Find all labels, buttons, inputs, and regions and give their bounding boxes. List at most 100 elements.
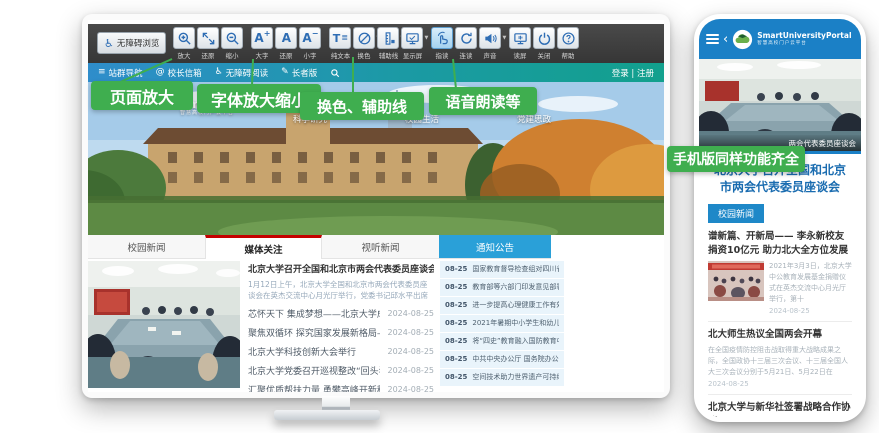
toolbar-button-label: 声音 xyxy=(484,51,497,60)
notice-date: 08-25 xyxy=(445,265,467,273)
help-button[interactable] xyxy=(557,27,579,49)
display-screen-button[interactable] xyxy=(401,27,423,49)
zoom-out-icon xyxy=(225,31,240,46)
article-title: 谱新篇、开新局—— 李永新校友捐资10亿元 助力北大全方位发展 xyxy=(708,230,852,258)
meeting-room-photo xyxy=(88,261,240,388)
close-button[interactable] xyxy=(533,27,555,49)
article-summary: 在全国疫情防控阻击战取得重大战略成果之际，全国政协十三届三次会议、十三届全国人大… xyxy=(708,345,852,378)
font-smaller-button[interactable]: A− xyxy=(299,27,321,49)
notice-item[interactable]: 08-25中共中央办公厅 国务院办公... xyxy=(440,351,564,368)
accessible-reading-icon: ♿ xyxy=(215,68,223,77)
desktop-monitor-mockup: ♿ 无障碍浏览 放大还原缩小A+大字A还原A−小字T≣纯文本▼换色▼辅助线▼显示… xyxy=(82,14,670,398)
screenshot-stage: ♿ 无障碍浏览 放大还原缩小A+大字A还原A−小字T≣纯文本▼换色▼辅助线▼显示… xyxy=(0,0,879,433)
close-icon xyxy=(537,31,552,46)
font-restore-icon: A xyxy=(282,32,291,44)
continuous-read-button[interactable] xyxy=(455,27,477,49)
notice-date: 08-25 xyxy=(445,337,467,345)
news-list-item[interactable]: 汇聚优质帮扶力量 勇攀高峰开新程—... 2024-08-25 xyxy=(248,380,434,392)
mobile-hero-slide[interactable]: 两会代表委员座谈会 xyxy=(699,59,861,151)
quicknav-item-site-group-nav[interactable]: ≡站群导航 xyxy=(98,67,143,79)
font-restore-button[interactable]: A xyxy=(275,27,297,49)
news-list-item[interactable]: 聚焦双循环 探究国家发展新格局—...2024-08-25 xyxy=(248,323,434,342)
sound-button[interactable] xyxy=(479,27,501,49)
article-divider xyxy=(708,394,852,395)
zoom-in-button[interactable] xyxy=(173,27,195,49)
toolbar-button-label: 缩小 xyxy=(226,51,239,60)
toolbar-item-zoom-in: 放大 xyxy=(172,27,196,61)
point-read-button[interactable] xyxy=(431,27,453,49)
news-item-title: 汇聚优质帮扶力量 勇攀高峰开新程—... xyxy=(248,383,380,392)
tab-av-news[interactable]: 视听新闻 xyxy=(322,235,439,258)
mobile-article[interactable]: 谱新篇、开新局—— 李永新校友捐资10亿元 助力北大全方位发展 2021年3月3日… xyxy=(708,230,852,315)
site-group-nav-icon: ≡ xyxy=(98,68,106,77)
quicknav-item-label: 长者版 xyxy=(292,67,318,79)
plain-text-icon: T xyxy=(333,33,341,44)
section-badge[interactable]: 校园新闻 xyxy=(708,204,764,223)
accessibility-mode-label: 无障碍浏览 xyxy=(117,37,160,49)
toolbar-item-point-read: 指读 xyxy=(430,27,454,61)
toolbar-item-change-color: ▼换色 xyxy=(352,27,376,61)
plain-text-button[interactable]: T≣ xyxy=(329,27,351,49)
news-headline[interactable]: 北京大学召开全国和北京市两会代表委员座谈会 xyxy=(248,262,434,275)
toolbar-item-close: 关闭 xyxy=(532,27,556,61)
news-list-item[interactable]: 芯怀天下 集成梦想——北京大学成... 2024-08-25 xyxy=(248,304,434,323)
toolbar-item-guide-line: ▼辅助线 xyxy=(376,27,400,61)
mobile-article[interactable]: 北大师生热议全国两会开幕在全国疫情防控阻击战取得重大战略成果之际，全国政协十三届… xyxy=(708,328,852,388)
article-summary: 2021年3月3日，北京大学中公教育发展基金捐赠仪式在英杰交流中心月光厅举行，第… xyxy=(769,261,852,304)
news-item-date: 2024-08-25 xyxy=(388,309,435,318)
tab-media-focus[interactable]: 媒体关注 xyxy=(205,235,322,259)
news-item-date: 2024-08-25 xyxy=(388,366,435,375)
notice-item[interactable]: 08-25教育部等六部门印发意见部署... xyxy=(440,279,564,296)
screen-reader-button[interactable] xyxy=(509,27,531,49)
mobile-article[interactable]: 北京大学与新华社签署战略合作协议 xyxy=(708,401,852,417)
font-smaller-icon: A− xyxy=(302,32,318,44)
toolbar-item-font-smaller: A−小字 xyxy=(298,27,322,61)
guide-line-button[interactable] xyxy=(377,27,399,49)
change-color-button[interactable] xyxy=(353,27,375,49)
dropdown-caret-icon[interactable]: ▼ xyxy=(503,35,507,41)
back-chevron-icon[interactable]: ‹ xyxy=(723,33,728,46)
toolbar-button-label: 显示屏 xyxy=(403,51,422,60)
news-item-title: 芯怀天下 集成梦想——北京大学成... xyxy=(248,307,380,320)
notice-item[interactable]: 08-25进一步提高心理健康工作有效... xyxy=(440,297,564,314)
toolbar-button-label: 指读 xyxy=(436,51,449,60)
news-featured-photo[interactable] xyxy=(88,261,240,388)
article-thumbnail xyxy=(708,261,764,301)
news-middle-column: 北京大学召开全国和北京市两会代表委员座谈会 1月12日上午，北京大学全国和北京市… xyxy=(248,262,434,388)
news-list-item[interactable]: 北京大学科技创新大会举行2024-08-25 xyxy=(248,342,434,361)
zoom-out-button[interactable] xyxy=(221,27,243,49)
font-larger-button[interactable]: A+ xyxy=(251,27,273,49)
notice-item[interactable]: 08-252021年暑期中小学生和幼儿 xyxy=(440,315,564,332)
quicknav-item-president-mailbox[interactable]: @校长信箱 xyxy=(156,67,202,79)
news-item-date: 2024-08-25 xyxy=(388,385,435,392)
annotation-page-zoom: 页面放大 xyxy=(91,81,193,110)
toolbar-button-label: 帮助 xyxy=(562,51,575,60)
toolbar-button-label: 大字 xyxy=(256,51,269,60)
notice-item[interactable]: 08-25将“四史”教育融入国防教育中 xyxy=(440,333,564,350)
article-title: 北京大学与新华社签署战略合作协议 xyxy=(708,401,852,417)
login-register-links[interactable]: 登录 | 注册 xyxy=(612,67,654,79)
toolbar-item-font-larger: A+ 大字 xyxy=(250,27,274,61)
dropdown-caret-icon[interactable]: ▼ xyxy=(425,35,429,41)
mobile-search-icon[interactable] xyxy=(860,33,861,46)
search-button[interactable] xyxy=(330,68,340,78)
notice-title: 进一步提高心理健康工作有效... xyxy=(472,300,559,310)
search-icon xyxy=(330,68,340,78)
notice-item[interactable]: 08-25空间技术助力世界遗产可持续... xyxy=(440,369,564,386)
notice-item[interactable]: 08-25国家教育督导检查组对四川省... xyxy=(440,261,564,278)
app-logo-icon xyxy=(732,29,753,50)
menu-icon[interactable] xyxy=(706,32,719,46)
quicknav-item-senior-version[interactable]: ✎长者版 xyxy=(281,67,317,79)
notice-date: 08-25 xyxy=(445,319,467,327)
news-list-item[interactable]: 北京大学党委召开巡视整改“回头看...2024-08-25 xyxy=(248,361,434,380)
quicknav-item-accessible-reading[interactable]: ♿无障碍阅读 xyxy=(215,67,269,79)
tab-notices[interactable]: 通知公告 xyxy=(439,235,551,258)
continuous-read-icon xyxy=(459,31,474,46)
zoom-restore-button[interactable] xyxy=(197,27,219,49)
news-section: 校园新闻 媒体关注 视听新闻 通知公告 xyxy=(88,235,664,392)
mobile-article-list: 谱新篇、开新局—— 李永新校友捐资10亿元 助力北大全方位发展 2021年3月3日… xyxy=(699,223,861,417)
tab-campus-news[interactable]: 校园新闻 xyxy=(88,235,205,258)
toolbar-button-label: 纯文本 xyxy=(331,51,350,60)
accessibility-mode-button[interactable]: ♿ 无障碍浏览 xyxy=(97,32,166,54)
screen-reader-icon xyxy=(513,31,528,46)
